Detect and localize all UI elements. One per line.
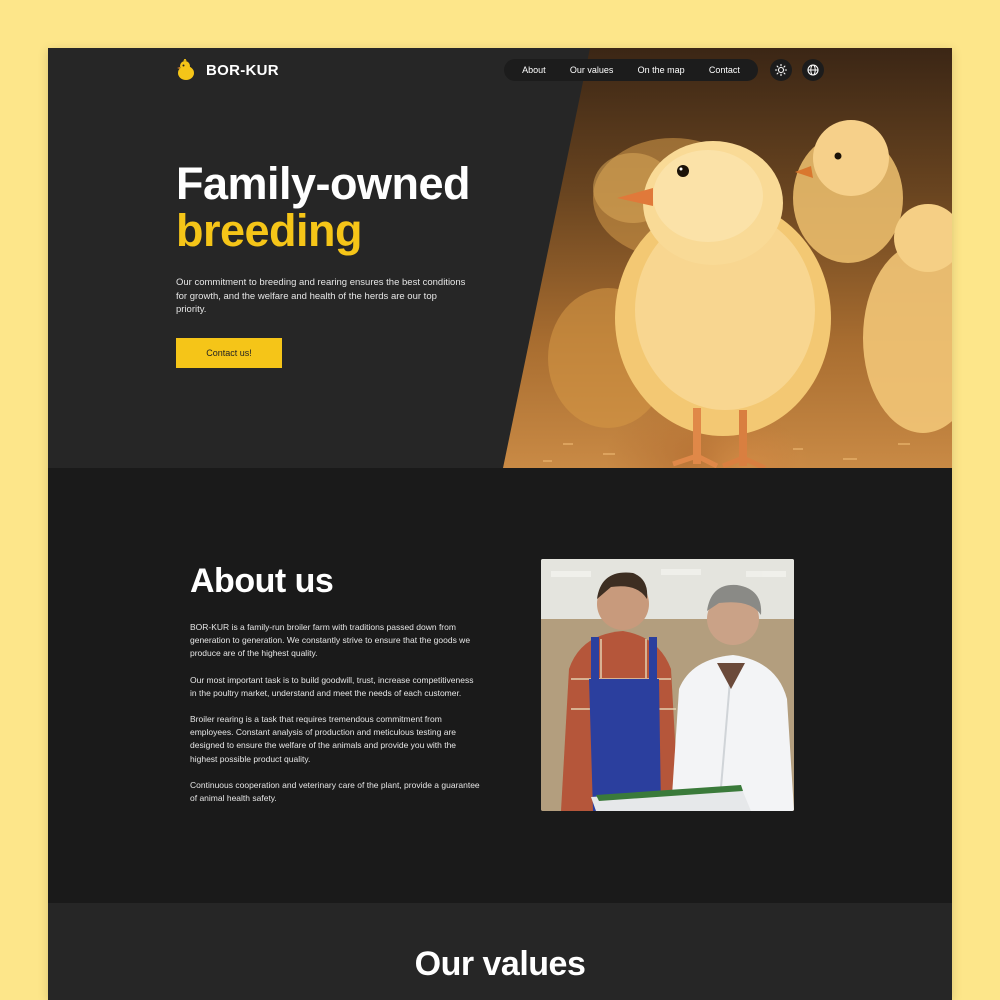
- hero-title: Family-owned breeding: [176, 158, 471, 256]
- globe-icon: [807, 64, 819, 76]
- hero-title-accent: breeding: [176, 205, 363, 256]
- sun-icon: [775, 64, 787, 76]
- nav-contact[interactable]: Contact: [709, 65, 740, 75]
- hero-title-line1: Family-owned: [176, 158, 471, 209]
- farmer-and-vet-photo: [541, 559, 794, 811]
- contact-us-button[interactable]: Contact us!: [176, 338, 282, 368]
- about-paragraph: BOR-KUR is a family-run broiler farm wit…: [190, 622, 471, 659]
- nav-our-values[interactable]: Our values: [570, 65, 614, 75]
- language-button[interactable]: [802, 59, 824, 81]
- about-title: About us: [190, 562, 334, 600]
- nav-about[interactable]: About: [522, 65, 546, 75]
- theme-toggle-button[interactable]: [770, 59, 792, 81]
- hero-section: BOR-KUR About Our values On the map Cont…: [48, 48, 952, 468]
- chicks-photo: [503, 48, 952, 468]
- about-text: BOR-KUR is a family-run broiler farm wit…: [190, 621, 480, 818]
- about-paragraph: Continuous cooperation and veterinary ca…: [190, 779, 480, 804]
- hero-description: Our commitment to breeding and rearing e…: [176, 277, 466, 315]
- brand-name: BOR-KUR: [206, 61, 279, 79]
- values-section: Our values: [48, 903, 952, 1000]
- about-paragraph: Broiler rearing is a task that requires …: [190, 714, 457, 764]
- chick-logo-icon: [177, 59, 194, 80]
- main-nav: About Our values On the map Contact: [504, 59, 758, 81]
- about-paragraph: Our most important task is to build good…: [190, 674, 474, 698]
- website-page: BOR-KUR About Our values On the map Cont…: [48, 48, 952, 1000]
- nav-on-the-map[interactable]: On the map: [638, 65, 685, 75]
- values-title: Our values: [414, 945, 586, 983]
- brand[interactable]: BOR-KUR: [176, 58, 279, 82]
